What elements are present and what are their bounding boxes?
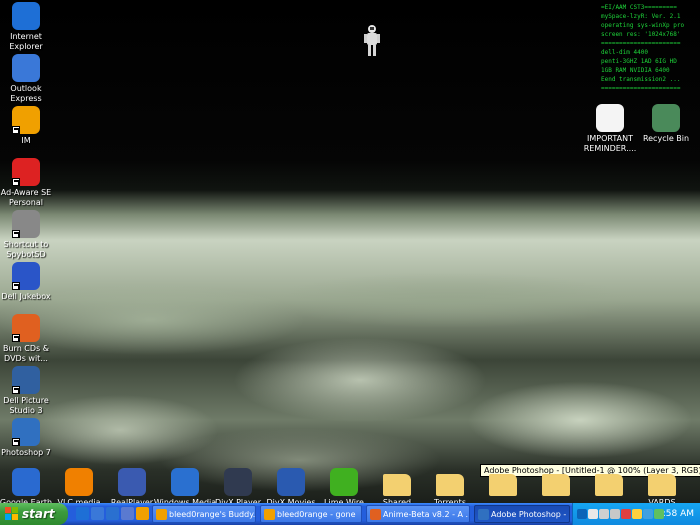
divx-movies-icon <box>277 468 305 496</box>
desktop-icon[interactable]: Photoshop 7 <box>0 418 58 458</box>
taskbar-button[interactable]: bleed0range's Buddy... <box>152 505 256 523</box>
shortcut-arrow-icon <box>12 126 20 134</box>
photoshop-icon <box>12 418 40 446</box>
start-label: start <box>22 507 55 521</box>
taskbar-button-label: bleed0range - gone <box>277 510 356 519</box>
vlc-cone-icon <box>65 468 93 496</box>
tray-app-icon[interactable] <box>588 509 598 519</box>
desktop-icon-label: Shortcut to SpybotSD <box>3 240 49 259</box>
start-button[interactable]: start <box>0 503 68 525</box>
desktop-icon[interactable]: Ad-Aware SE Personal <box>0 158 58 208</box>
desktop-icon-label: Recycle Bin <box>642 134 690 143</box>
taskbar-button-label: Anime-Beta v8.2 - A ... <box>383 510 470 519</box>
desktop-icon[interactable]: IMPORTANT REMINDER.... <box>578 104 642 154</box>
folder-icon <box>648 474 676 496</box>
burn-cd-icon <box>12 314 40 342</box>
update-icon[interactable] <box>643 509 653 519</box>
desktop-icon[interactable]: Recycle Bin <box>634 104 698 144</box>
outlook-icon[interactable] <box>91 507 104 520</box>
taskbar-button-label: bleed0range's Buddy... <box>169 510 256 519</box>
shortcut-arrow-icon <box>12 386 20 394</box>
taskbar-button[interactable]: bleed0range - gone <box>260 505 362 523</box>
folder-icon <box>436 474 464 496</box>
show-desktop-icon[interactable] <box>121 507 134 520</box>
tray-app-icon[interactable] <box>654 509 664 519</box>
dell-picture-studio-icon <box>12 366 40 394</box>
recycle-bin-icon <box>652 104 680 132</box>
volume-icon[interactable] <box>599 509 609 519</box>
desktop-icon-label: Outlook Express <box>10 84 42 103</box>
taskbar-button[interactable]: Anime-Beta v8.2 - A ... <box>366 505 470 523</box>
desktop-icon[interactable]: Shortcut to SpybotSD <box>0 210 58 260</box>
desktop-icon[interactable]: Internet Explorer <box>0 2 58 52</box>
desktop-icon-label: Dell Jukebox <box>1 292 51 301</box>
shortcut-arrow-icon <box>12 438 20 446</box>
desktop-icon-label: Internet Explorer <box>9 32 43 51</box>
desktop-icon[interactable]: Dell Picture Studio 3 <box>0 366 58 416</box>
folder-icon <box>595 474 623 496</box>
desktop-icon-label: Burn CDs & DVDs wit... <box>2 344 49 363</box>
media-player-icon[interactable] <box>106 507 119 520</box>
astronaut-wallpaper-figure <box>364 25 380 56</box>
photoshop-icon <box>478 509 489 520</box>
text-document-icon <box>596 104 624 132</box>
quick-launch-bar <box>76 507 150 521</box>
shortcut-arrow-icon <box>12 178 20 186</box>
realplayer-icon <box>118 468 146 496</box>
desktop-icon[interactable]: Burn CDs & DVDs wit... <box>0 314 58 364</box>
taskbar-button-label: Adobe Photoshop - [... <box>491 510 569 519</box>
aim-running-man-icon <box>12 106 40 134</box>
desktop-icon-label: IM <box>21 136 31 145</box>
taskbar: start bleed0range's Buddy... bleed0range … <box>0 503 700 525</box>
dell-jukebox-icon <box>12 262 40 290</box>
folder-icon <box>542 474 570 496</box>
chevron-left-icon[interactable] <box>577 509 587 519</box>
google-earth-icon <box>12 468 40 496</box>
internet-explorer-icon <box>12 2 40 30</box>
outlook-express-icon <box>12 54 40 82</box>
shortcut-arrow-icon <box>12 282 20 290</box>
desktop-icon-label: Photoshop 7 <box>1 448 51 457</box>
desktop-icon[interactable]: Outlook Express <box>0 54 58 104</box>
internet-explorer-icon[interactable] <box>76 507 89 520</box>
aim-running-man-icon <box>264 509 275 520</box>
network-icon[interactable] <box>610 509 620 519</box>
shield-icon[interactable] <box>632 509 642 519</box>
desktop-icon-label: Dell Picture Studio 3 <box>3 396 49 415</box>
antivirus-icon[interactable] <box>621 509 631 519</box>
aim-icon[interactable] <box>136 507 149 520</box>
desktop-icon[interactable]: Dell Jukebox <box>0 262 58 302</box>
windows-media-icon <box>171 468 199 496</box>
folder-icon <box>489 474 517 496</box>
aim-running-man-icon <box>156 509 167 520</box>
desktop[interactable]: =EI/AAM CST3========= mySpace-lzyR: Ver.… <box>0 0 700 503</box>
folder-icon <box>383 474 411 496</box>
windows-flag-icon <box>5 507 18 520</box>
desktop-icon-label: IMPORTANT REMINDER.... <box>583 134 637 153</box>
taskbar-button[interactable]: Adobe Photoshop - [... <box>474 505 570 523</box>
ad-aware-icon <box>12 158 40 186</box>
desktop-icon[interactable]: IM <box>0 106 58 146</box>
system-tray: 9:58 AM <box>572 503 700 525</box>
spybot-icon <box>12 210 40 238</box>
ascii-info-overlay: =EI/AAM CST3========= mySpace-lzyR: Ver.… <box>601 4 685 92</box>
shortcut-arrow-icon <box>12 230 20 238</box>
desktop-icon-label: Ad-Aware SE Personal <box>0 188 52 207</box>
firefox-icon <box>370 509 381 520</box>
shortcut-arrow-icon <box>12 334 20 342</box>
desktop-icon[interactable]: VARDS <box>630 468 694 503</box>
divx-player-icon <box>224 468 252 496</box>
limewire-icon <box>330 468 358 496</box>
